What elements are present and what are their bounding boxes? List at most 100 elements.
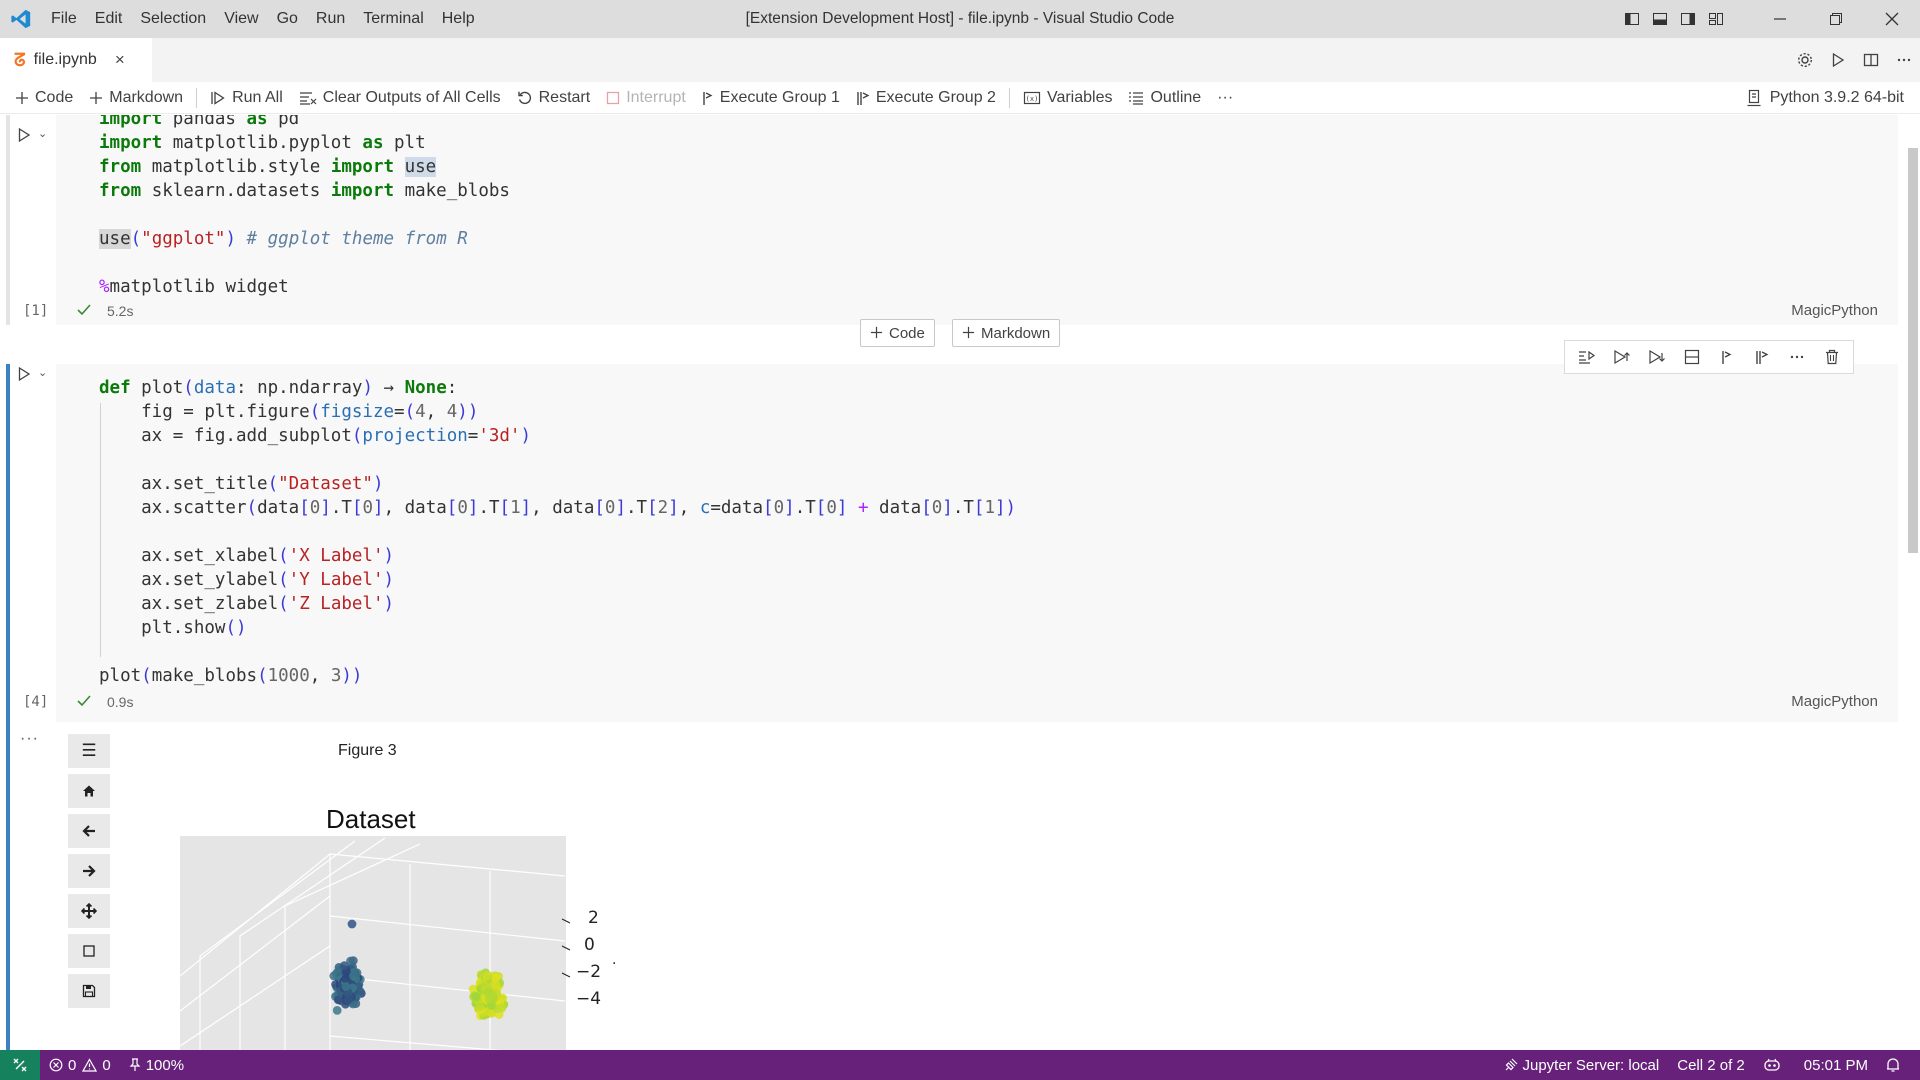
insert-markdown-label: Markdown (981, 324, 1051, 342)
home-icon[interactable] (68, 774, 110, 808)
code-cell-2[interactable]: ⌄ def plot(data: np.ndarray) → None: fig… (0, 340, 1906, 722)
zoom-rectangle-icon[interactable] (68, 934, 110, 968)
outline-button[interactable]: Outline (1123, 84, 1206, 112)
toggle-secondary-sidebar-icon[interactable] (1674, 0, 1702, 38)
execute-above-icon[interactable] (1604, 341, 1639, 373)
code-line: fig = plt.figure(figsize=(4, 4)) (99, 402, 479, 422)
bell-icon (1886, 1057, 1900, 1073)
error-icon (49, 1058, 63, 1072)
plus-icon (870, 323, 883, 344)
copilot-icon (1763, 1058, 1781, 1072)
clear-outputs-button[interactable]: Clear Outputs of All Cells (294, 84, 506, 112)
menu-view[interactable]: View (215, 0, 267, 38)
cell-1-code[interactable]: import pandas as pd import matplotlib.py… (99, 115, 1799, 307)
menu-run[interactable]: Run (307, 0, 354, 38)
run-by-line-icon[interactable] (1569, 341, 1604, 373)
notifications-indicator[interactable] (1877, 1050, 1914, 1080)
execute-group-2-icon[interactable] (1744, 341, 1779, 373)
toggle-primary-sidebar-icon[interactable] (1618, 0, 1646, 38)
jupyter-server-indicator[interactable]: Jupyter Server: local (1495, 1050, 1669, 1080)
tab-file-ipynb[interactable]: ᘔ file.ipynb × (0, 38, 152, 82)
run-icon[interactable] (1821, 38, 1854, 82)
save-figure-icon[interactable] (68, 974, 110, 1008)
execute-group-1-button[interactable]: Execute Group 1 (697, 84, 845, 112)
kernel-label: Python 3.9.2 64-bit (1769, 89, 1904, 106)
split-editor-icon[interactable] (1854, 38, 1887, 82)
editor-actions (1788, 38, 1920, 82)
add-markdown-cell-button[interactable]: Markdown (84, 84, 188, 112)
execute-group-2-button[interactable]: Execute Group 2 (851, 84, 1001, 112)
remote-indicator-icon[interactable] (0, 1050, 40, 1080)
insert-markdown-cell-button[interactable]: Markdown (952, 319, 1061, 347)
restart-button[interactable]: Restart (512, 84, 596, 112)
cell-position-indicator[interactable]: Cell 2 of 2 (1668, 1050, 1754, 1080)
zoom-indicator[interactable]: 100% (120, 1050, 193, 1080)
cell-2-code[interactable]: def plot(data: np.ndarray) → None: fig =… (99, 376, 1799, 696)
close-window-icon[interactable] (1864, 0, 1920, 38)
copilot-indicator[interactable] (1754, 1050, 1795, 1080)
toolbar-divider (1008, 87, 1010, 108)
run-cell-icon[interactable] (16, 366, 32, 382)
code-line: import matplotlib.pyplot as plt (99, 133, 426, 153)
split-cell-icon[interactable] (1674, 341, 1709, 373)
menu-selection[interactable]: Selection (131, 0, 215, 38)
menu-go[interactable]: Go (268, 0, 307, 38)
cell-language[interactable]: MagicPython (1791, 693, 1878, 710)
status-bar: 0 0 100% Jupyter Server: local Cell 2 of… (0, 1050, 1920, 1080)
menu-terminal[interactable]: Terminal (354, 0, 432, 38)
interrupt-button[interactable]: Interrupt (601, 84, 691, 112)
chevron-down-icon[interactable]: ⌄ (38, 366, 47, 379)
minimize-icon[interactable] (1752, 0, 1808, 38)
forward-arrow-icon[interactable] (68, 854, 110, 888)
cell-2-output: ··· ☰ Figure 3 Dataset 2 0 −2 −4 · (0, 722, 1906, 1050)
execute-group-icon[interactable] (1709, 341, 1744, 373)
scatter-point (341, 982, 351, 992)
more-label: ··· (1217, 88, 1234, 106)
menu-bar: File Edit Selection View Go Run Terminal… (42, 0, 484, 38)
scatter-point (339, 961, 349, 971)
code-cell-1[interactable]: ⌄ import pandas as pd import matplotlib.… (0, 115, 1906, 325)
kernel-picker[interactable]: Python 3.9.2 64-bit (1746, 82, 1904, 114)
editor-tab-bar: ᘔ file.ipynb × (0, 38, 1920, 82)
scatter-3d-plot[interactable]: 2 0 −2 −4 · (180, 836, 650, 1050)
delete-cell-icon[interactable] (1814, 341, 1849, 373)
more-toolbar-actions-button[interactable]: ··· (1212, 84, 1238, 112)
variables-button[interactable]: (x) Variables (1018, 84, 1118, 112)
pan-move-icon[interactable] (68, 894, 110, 928)
close-tab-icon[interactable]: × (115, 50, 125, 70)
cell-language[interactable]: MagicPython (1791, 302, 1878, 319)
code-line: ax.set_zlabel('Z Label') (99, 594, 395, 614)
toggle-panel-icon[interactable] (1646, 0, 1674, 38)
run-all-icon (210, 90, 226, 106)
problems-indicator[interactable]: 0 0 (40, 1050, 120, 1080)
customize-layout-icon[interactable] (1702, 0, 1730, 38)
menu-file[interactable]: File (42, 0, 86, 38)
menu-edit[interactable]: Edit (86, 0, 132, 38)
code-line: from matplotlib.style import use (99, 157, 437, 177)
code-line: ax = fig.add_subplot(projection='3d') (99, 426, 532, 446)
editor-scrollbar[interactable] (1906, 115, 1920, 1050)
run-cell-icon[interactable] (16, 127, 32, 143)
output-actions-icon[interactable]: ··· (20, 730, 39, 748)
gear-icon[interactable] (1788, 38, 1821, 82)
add-code-cell-button[interactable]: Code (10, 84, 78, 112)
success-check-icon (76, 694, 92, 708)
more-cell-actions-icon[interactable] (1779, 341, 1814, 373)
execute-below-icon[interactable] (1639, 341, 1674, 373)
jupyter-file-icon: ᘔ (14, 49, 26, 71)
cell-1-status-bar (6, 115, 10, 325)
plot-title: Dataset (326, 804, 416, 834)
scatter-point (352, 968, 362, 978)
menu-help[interactable]: Help (433, 0, 484, 38)
z-tick-label: 0 (584, 935, 595, 955)
restore-icon[interactable] (1808, 0, 1864, 38)
more-actions-icon[interactable] (1887, 38, 1920, 82)
plug-icon (1504, 1058, 1518, 1072)
run-all-button[interactable]: Run All (205, 84, 288, 112)
chevron-down-icon[interactable]: ⌄ (38, 127, 47, 140)
back-arrow-icon[interactable] (68, 814, 110, 848)
scatter-point (332, 1006, 342, 1015)
scrollbar-thumb[interactable] (1908, 148, 1918, 553)
insert-code-cell-button[interactable]: Code (860, 319, 935, 347)
hamburger-menu-icon[interactable]: ☰ (68, 734, 110, 768)
